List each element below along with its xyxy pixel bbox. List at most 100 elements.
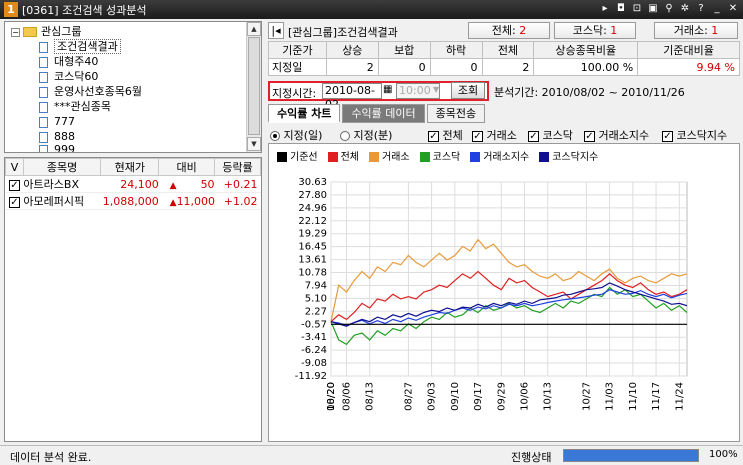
help-icon[interactable]: ? bbox=[695, 2, 707, 16]
row-checkbox[interactable]: ✓ bbox=[8, 179, 20, 191]
y-tick-label: 13.61 bbox=[298, 255, 327, 266]
check-exchange[interactable]: ✓ 거래소 bbox=[472, 127, 517, 143]
tree-item-5[interactable]: 777 bbox=[39, 114, 75, 129]
stock-name: 아트라스BX bbox=[23, 175, 101, 193]
radio-day[interactable]: 지정(일) bbox=[270, 127, 322, 143]
window-badge: 1 bbox=[4, 2, 18, 17]
settings-icon[interactable]: ◘ bbox=[615, 2, 627, 16]
count-exchange: 거래소: 1 bbox=[654, 22, 738, 39]
scroll-thumb[interactable] bbox=[248, 37, 260, 135]
tree-item-2[interactable]: 코스닥60 bbox=[39, 69, 98, 84]
restore-icon[interactable]: ▣ bbox=[647, 2, 659, 16]
up-arrow-icon: ▲ bbox=[169, 197, 177, 208]
col-rate[interactable]: 등락률 bbox=[214, 158, 261, 176]
y-tick-label: 24.96 bbox=[298, 203, 327, 214]
radio-button[interactable] bbox=[340, 131, 350, 141]
document-icon bbox=[39, 41, 48, 53]
check-kosdaq[interactable]: ✓ 코스닥 bbox=[528, 127, 573, 143]
date-field[interactable]: 2010-08-02 bbox=[322, 83, 382, 111]
group-tree[interactable]: − 관심그룹 조건검색결과 대형주40 코스닥60 운영사선호종목6월 ***관심… bbox=[4, 21, 262, 153]
x-tick-label: 08/06 bbox=[341, 382, 352, 411]
stock-rate: +1.02 bbox=[214, 192, 261, 210]
x-tick-label: 10/13 bbox=[543, 382, 554, 411]
config-icon[interactable]: ✲ bbox=[679, 2, 691, 16]
col-change[interactable]: 대비 bbox=[158, 158, 216, 176]
chevron-down-icon[interactable]: ▼ bbox=[433, 85, 439, 94]
y-tick-label: 19.29 bbox=[298, 229, 327, 240]
scroll-up-icon[interactable]: ▲ bbox=[247, 22, 261, 36]
tab-return-data[interactable]: 수익률 데이터 bbox=[342, 104, 425, 123]
radio-button[interactable] bbox=[270, 131, 280, 141]
y-tick-label: 16.45 bbox=[298, 242, 327, 253]
summary-table: 기준가 상승 보합 하락 전체 상승종목비율 기준대비율 지정일 2 0 0 2… bbox=[268, 41, 740, 76]
stock-rate: +0.21 bbox=[214, 175, 261, 193]
x-tick-label: 10/27 bbox=[581, 382, 592, 411]
stock-change: 11,000 bbox=[176, 194, 216, 208]
radio-minute[interactable]: 지정(분) bbox=[340, 127, 392, 143]
x-tick-label: 11/03 bbox=[605, 382, 616, 411]
tree-scrollbar[interactable]: ▲ ▼ bbox=[246, 22, 261, 152]
document-icon bbox=[39, 116, 48, 128]
collapse-icon[interactable]: − bbox=[11, 27, 20, 37]
analysis-period: 분석기간: 2010/08/02 ~ 2010/11/26 bbox=[494, 86, 685, 99]
tab-return-chart[interactable]: 수익률 차트 bbox=[268, 104, 341, 123]
col-name[interactable]: 종목명 bbox=[22, 158, 102, 176]
title-bar: 1 [0361] 조건검색 성과분석 ▸ ◘ ⊡ ▣ ⚲ ✲ ? _ ✕ bbox=[0, 0, 743, 19]
result-title: [관심그룹]조건검색결과 bbox=[288, 26, 398, 39]
x-tick-label: 11/10 bbox=[628, 382, 639, 411]
document-icon bbox=[39, 131, 48, 143]
tree-item-0[interactable]: 조건검색결과 bbox=[39, 39, 121, 54]
summary-cell: 지정일 bbox=[268, 58, 327, 76]
query-button[interactable]: 조회 bbox=[451, 82, 485, 99]
x-tick-label: 11/24 bbox=[674, 382, 685, 411]
summary-header: 상승 bbox=[325, 41, 379, 59]
option-row: 지정(일) 지정(분) ✓ 전체 ✓ 거래소 ✓ 코스닥 ✓ 거래소지수 ✓ 코… bbox=[268, 125, 740, 143]
toggle-panel-icon[interactable]: |◂ bbox=[268, 22, 284, 39]
link-icon[interactable]: ⚲ bbox=[663, 2, 675, 16]
summary-header: 보합 bbox=[377, 41, 431, 59]
col-price[interactable]: 현재가 bbox=[100, 158, 160, 176]
x-tick-label: 09/17 bbox=[473, 382, 484, 411]
period-label: 지정시간: bbox=[272, 87, 317, 100]
tree-root-label: 관심그룹 bbox=[41, 25, 82, 38]
tree-item-7[interactable]: 999 bbox=[39, 142, 75, 152]
document-icon bbox=[39, 144, 48, 152]
pin-icon[interactable]: ▸ bbox=[599, 2, 611, 16]
tree-item-3[interactable]: 운영사선호종목6월 bbox=[39, 84, 142, 99]
summary-cell: 0 bbox=[429, 58, 483, 76]
table-row[interactable]: ✓ 아모레퍼시픽 1,088,000 ▲11,000 +1.02 bbox=[5, 192, 261, 210]
x-tick-label: 10/20 bbox=[326, 382, 337, 411]
y-tick-label: -9.08 bbox=[301, 358, 327, 369]
x-tick-label: 09/03 bbox=[427, 382, 438, 411]
row-checkbox[interactable]: ✓ bbox=[8, 196, 20, 208]
table-row[interactable]: ✓ 아트라스BX 24,100 ▲ 50 +0.21 bbox=[5, 175, 261, 193]
y-tick-label: -6.24 bbox=[301, 345, 327, 356]
y-tick-label: 10.78 bbox=[298, 268, 327, 279]
stock-list: V 종목명 현재가 대비 등락률 ✓ 아트라스BX 24,100 ▲ 50 +0.… bbox=[4, 157, 262, 442]
progress-fill bbox=[564, 450, 698, 461]
return-chart[interactable]: 30.63 27.80 24.96 22.12 19.29 16.45 13.61 10.78… bbox=[269, 144, 739, 441]
stock-name: 아모레퍼시픽 bbox=[23, 192, 101, 210]
check-kosdaq-index[interactable]: ✓ 코스닥지수 bbox=[662, 127, 727, 143]
right-pane: |◂ [관심그룹]조건검색결과 전체: 2 코스닥: 1 거래소: 1 기준가 … bbox=[268, 21, 740, 442]
status-message: 데이터 분석 완료. bbox=[10, 451, 92, 464]
up-arrow-icon: ▲ bbox=[169, 180, 177, 191]
check-exchange-index[interactable]: ✓ 거래소지수 bbox=[584, 127, 649, 143]
scroll-down-icon[interactable]: ▼ bbox=[247, 137, 261, 151]
tree-item-1[interactable]: 대형주40 bbox=[39, 54, 98, 69]
calendar-icon[interactable]: ▦ bbox=[383, 84, 392, 95]
col-check[interactable]: V bbox=[5, 158, 24, 176]
tree-root[interactable]: − 관심그룹 bbox=[11, 24, 81, 39]
check-all[interactable]: ✓ 전체 bbox=[428, 127, 463, 143]
tab-send-stocks[interactable]: 종목전송 bbox=[426, 104, 486, 123]
tree-item-4[interactable]: ***관심종목 bbox=[39, 99, 111, 114]
summary-cell: 0 bbox=[377, 58, 431, 76]
y-tick-label: -11.92 bbox=[295, 371, 327, 382]
document-icon bbox=[39, 86, 48, 98]
stock-price: 24,100 bbox=[100, 175, 159, 193]
minimize-icon[interactable]: _ bbox=[711, 2, 723, 16]
close-icon[interactable]: ✕ bbox=[727, 2, 739, 16]
y-tick-label: 27.80 bbox=[298, 190, 327, 201]
window-icon[interactable]: ⊡ bbox=[631, 2, 643, 16]
summary-header: 전체 bbox=[481, 41, 535, 59]
